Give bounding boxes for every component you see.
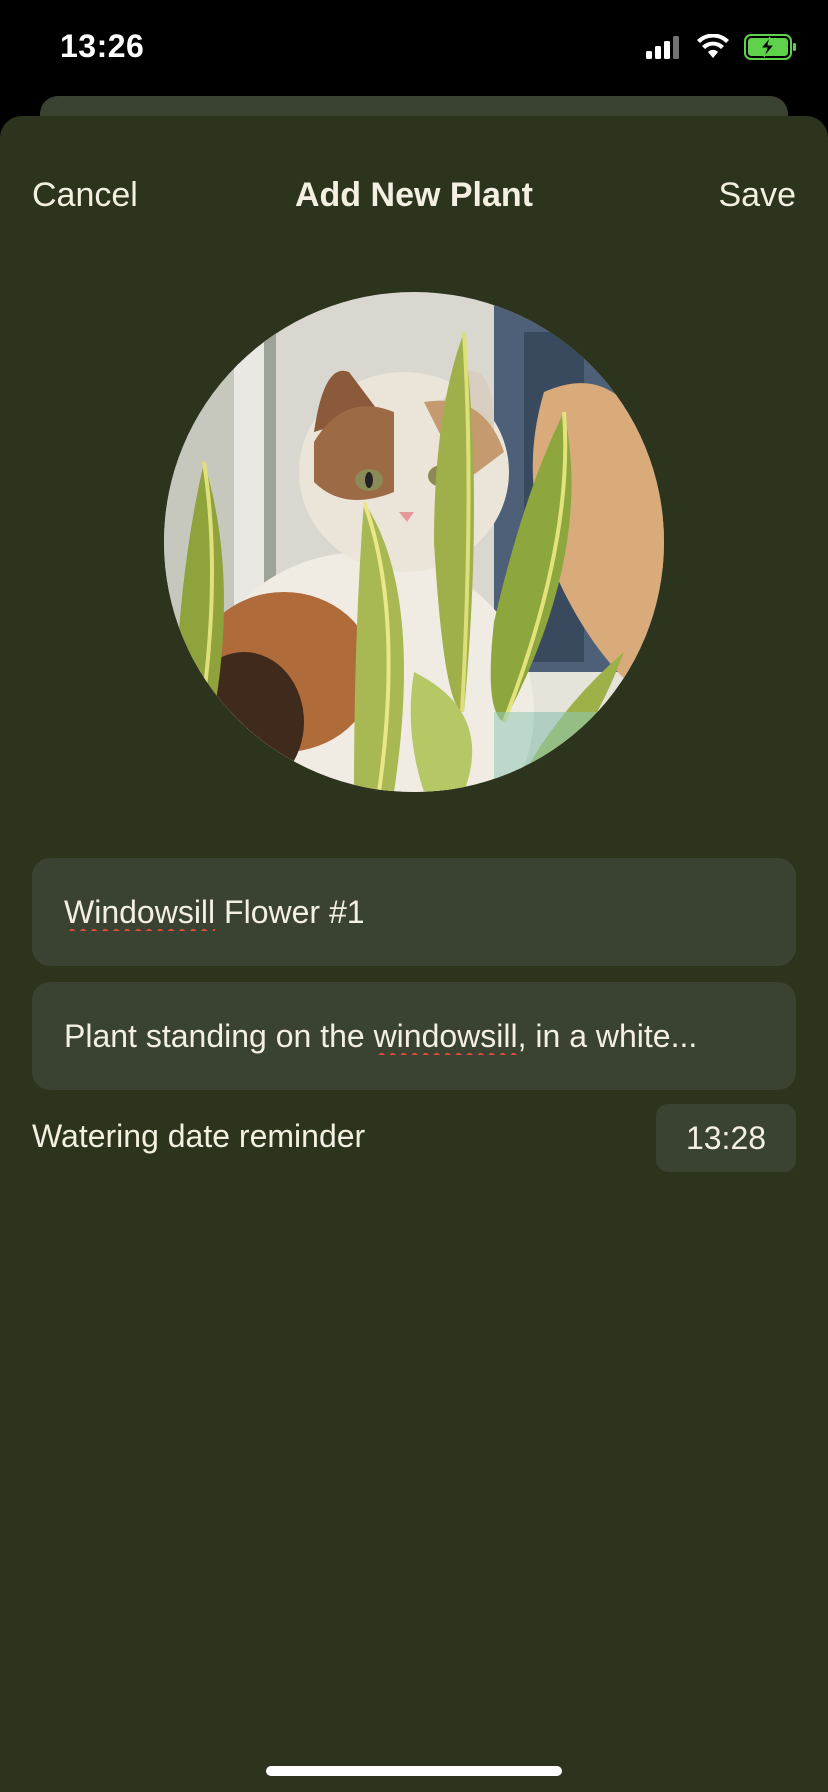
home-indicator[interactable]	[266, 1766, 562, 1776]
spellcheck-word: windowsill	[373, 1017, 518, 1054]
battery-charging-icon	[744, 34, 796, 60]
plant-name-field[interactable]: Windowsill Flower #1	[32, 858, 796, 966]
add-plant-sheet: Cancel Add New Plant Save Windowsill Flo…	[0, 116, 828, 1792]
navigation-bar: Cancel Add New Plant Save	[0, 176, 828, 226]
plant-description-field[interactable]: Plant standing on the windowsill, in a w…	[32, 982, 796, 1090]
save-button[interactable]: Save	[719, 176, 797, 215]
reminder-time-picker[interactable]: 13:28	[656, 1104, 796, 1172]
plant-photo-image	[164, 292, 664, 792]
status-time: 13:26	[60, 28, 145, 64]
plant-name-value: Windowsill Flower #1	[64, 893, 365, 930]
cellular-signal-icon	[646, 36, 679, 59]
wifi-icon	[697, 34, 729, 58]
watering-reminder-label: Watering date reminder	[32, 1118, 366, 1154]
plant-photo[interactable]	[164, 292, 664, 792]
status-icons	[646, 34, 798, 60]
spellcheck-word: Windowsill	[64, 893, 216, 930]
watering-reminder-row: Watering date reminder 13:28	[32, 1104, 796, 1174]
status-bar: 13:26	[0, 0, 828, 96]
page-title: Add New Plant	[294, 176, 534, 214]
plant-description-value: Plant standing on the windowsill, in a w…	[64, 1017, 698, 1054]
